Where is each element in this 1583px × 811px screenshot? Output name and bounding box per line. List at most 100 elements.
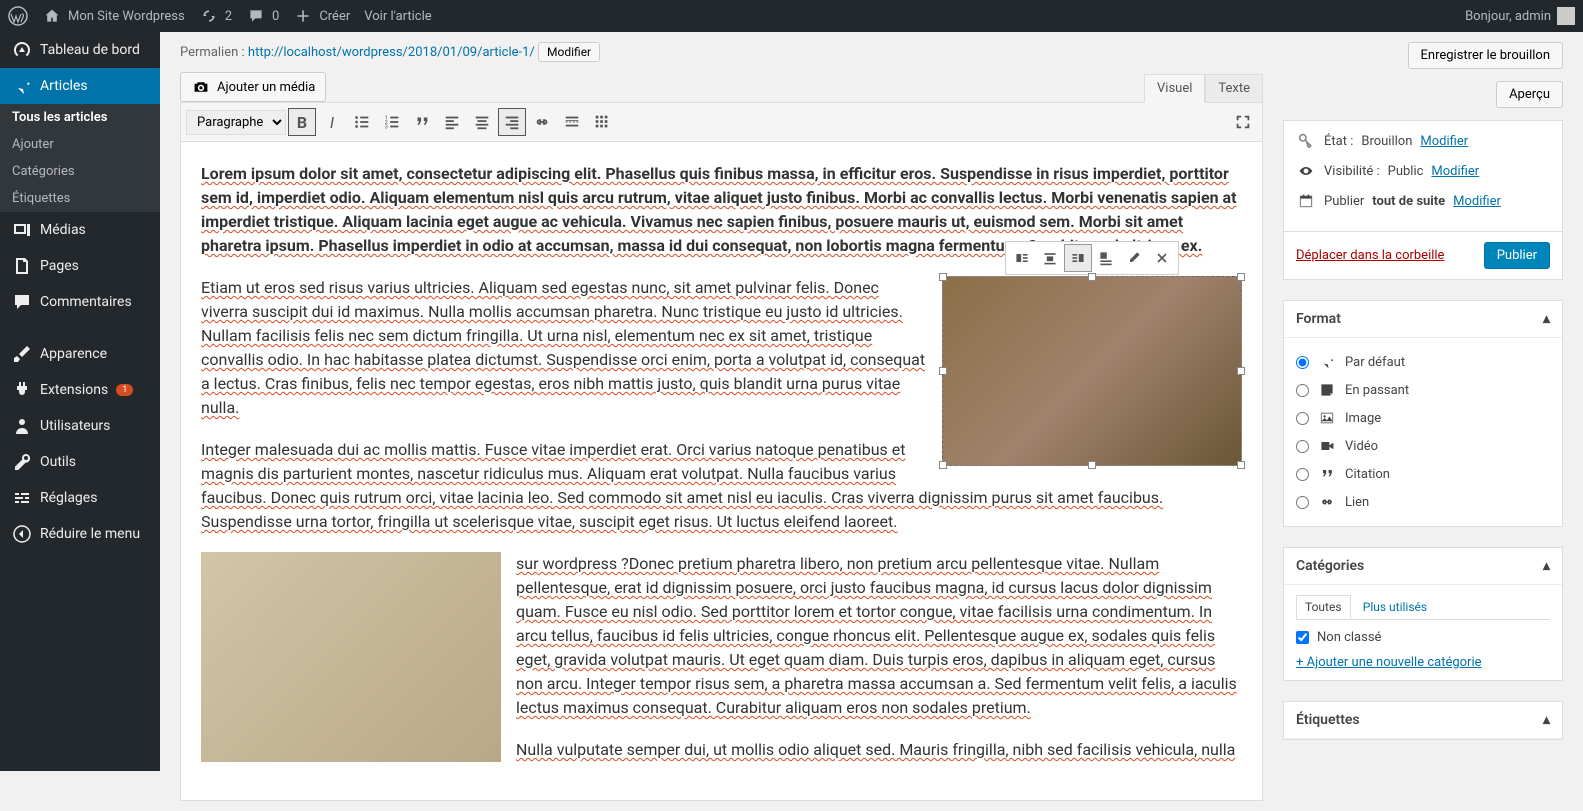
add-category-link[interactable]: + Ajouter une nouvelle catégorie xyxy=(1296,655,1482,670)
create-link[interactable]: Créer xyxy=(293,6,350,26)
format-panel: Format▴ Par défaut En passant Image Vidé… xyxy=(1283,300,1563,527)
sidebar-item-users[interactable]: Utilisateurs xyxy=(0,408,160,444)
visibility-modify-link[interactable]: Modifier xyxy=(1431,164,1479,179)
schedule-modify-link[interactable]: Modifier xyxy=(1453,194,1501,209)
sidebar-item-articles[interactable]: Articles xyxy=(0,68,160,104)
sliders-icon xyxy=(12,488,32,508)
sidebar-label: Utilisateurs xyxy=(40,418,110,434)
greeting[interactable]: Bonjour, admin xyxy=(1465,7,1575,25)
permalink-edit-button[interactable]: Modifier xyxy=(538,42,600,62)
editor-toolbar: Paragraphe B I 123 xyxy=(180,102,1263,142)
eye-icon xyxy=(1296,161,1316,181)
paragraph-4: sur wordpress ?Donec pretium pharetra li… xyxy=(516,554,1237,717)
publish-button[interactable]: Publier xyxy=(1484,242,1550,269)
img-align-right-button[interactable] xyxy=(1064,244,1092,272)
save-draft-button[interactable]: Enregistrer le brouillon xyxy=(1408,42,1564,69)
format-radio-image[interactable] xyxy=(1296,412,1309,425)
tab-visual[interactable]: Visuel xyxy=(1144,74,1205,103)
greeting-text: Bonjour, admin xyxy=(1465,9,1551,24)
sidebar-item-settings[interactable]: Réglages xyxy=(0,480,160,516)
sidebar-item-extensions[interactable]: Extensions1 xyxy=(0,372,160,408)
cat-checkbox-uncategorized[interactable] xyxy=(1296,631,1309,644)
wrench-icon xyxy=(12,452,32,472)
tags-title: Étiquettes xyxy=(1296,712,1360,728)
sidebar-sub-tags[interactable]: Étiquettes xyxy=(0,185,160,212)
publish-panel: État : Brouillon Modifier Visibilité : P… xyxy=(1283,120,1563,280)
state-value: Brouillon xyxy=(1361,134,1412,149)
tags-panel: Étiquettes▴ xyxy=(1283,701,1563,740)
ol-button[interactable]: 123 xyxy=(378,108,406,136)
format-radio-default[interactable] xyxy=(1296,356,1309,369)
format-label: Par défaut xyxy=(1345,355,1405,370)
sidebar-item-appearance[interactable]: Apparence xyxy=(0,336,160,372)
editor-content[interactable]: Lorem ipsum dolor sit amet, consectetur … xyxy=(180,142,1263,801)
sidebar-item-tools[interactable]: Outils xyxy=(0,444,160,480)
sidebar-label: Apparence xyxy=(40,346,107,362)
sidebar-item-pages[interactable]: Pages xyxy=(0,248,160,284)
sidebar-item-collapse[interactable]: Réduire le menu xyxy=(0,516,160,552)
add-media-button[interactable]: Ajouter un média xyxy=(180,72,326,102)
tags-panel-header[interactable]: Étiquettes▴ xyxy=(1284,702,1562,739)
updates-link[interactable]: 2 xyxy=(199,6,232,26)
format-label: En passant xyxy=(1345,383,1409,398)
pin-icon xyxy=(12,76,32,96)
format-title: Format xyxy=(1296,311,1341,327)
format-radio-link[interactable] xyxy=(1296,496,1309,509)
sidebar-sub-add[interactable]: Ajouter xyxy=(0,131,160,158)
inserted-image-right[interactable] xyxy=(942,276,1242,466)
align-right-button[interactable] xyxy=(498,108,526,136)
sidebar-sub-all[interactable]: Tous les articles xyxy=(0,104,160,131)
collapse-icon xyxy=(12,524,32,544)
sidebar-label: Réglages xyxy=(40,490,97,506)
image-icon xyxy=(1317,408,1337,428)
state-modify-link[interactable]: Modifier xyxy=(1420,134,1468,149)
preview-button[interactable]: Aperçu xyxy=(1496,81,1563,108)
img-align-center-button[interactable] xyxy=(1036,244,1064,272)
trash-link[interactable]: Déplacer dans la corbeille xyxy=(1296,248,1444,263)
site-name-link[interactable]: Mon Site Wordpress xyxy=(42,6,185,26)
plugin-icon xyxy=(12,380,32,400)
pin-icon xyxy=(1317,352,1337,372)
sidebar-item-dashboard[interactable]: Tableau de bord xyxy=(0,32,160,68)
img-align-none-button[interactable] xyxy=(1092,244,1120,272)
img-remove-button[interactable] xyxy=(1148,244,1176,272)
quote-button[interactable] xyxy=(408,108,436,136)
view-article-link[interactable]: Voir l'article xyxy=(364,9,431,24)
sidebar-label: Réduire le menu xyxy=(40,526,140,542)
format-radio-quote[interactable] xyxy=(1296,468,1309,481)
categories-panel-header[interactable]: Catégories▴ xyxy=(1284,548,1562,585)
italic-button[interactable]: I xyxy=(318,108,346,136)
plus-icon xyxy=(293,6,313,26)
wp-logo[interactable] xyxy=(8,6,28,26)
sidebar-label: Médias xyxy=(40,222,86,238)
dashboard-icon xyxy=(12,40,32,60)
comments-link[interactable]: 0 xyxy=(246,6,279,26)
admin-bar: Mon Site Wordpress 2 0 Créer Voir l'arti… xyxy=(0,0,1583,32)
kitchen-sink-button[interactable] xyxy=(588,108,616,136)
sidebar-item-comments[interactable]: Commentaires xyxy=(0,284,160,320)
img-edit-button[interactable] xyxy=(1120,244,1148,272)
ul-button[interactable] xyxy=(348,108,376,136)
link-button[interactable] xyxy=(528,108,556,136)
format-radio-aside[interactable] xyxy=(1296,384,1309,397)
inserted-image-left[interactable] xyxy=(201,552,501,762)
tab-text[interactable]: Texte xyxy=(1205,74,1263,102)
bold-button[interactable]: B xyxy=(288,108,316,136)
format-radio-video[interactable] xyxy=(1296,440,1309,453)
align-left-button[interactable] xyxy=(438,108,466,136)
img-align-left-button[interactable] xyxy=(1008,244,1036,272)
format-select[interactable]: Paragraphe xyxy=(186,110,286,135)
format-panel-header[interactable]: Format▴ xyxy=(1284,301,1562,338)
sidebar-item-media[interactable]: Médias xyxy=(0,212,160,248)
page-icon xyxy=(12,256,32,276)
more-button[interactable] xyxy=(558,108,586,136)
sidebar-submenu-articles: Tous les articles Ajouter Catégories Éti… xyxy=(0,104,160,212)
sidebar-sub-categories[interactable]: Catégories xyxy=(0,158,160,185)
align-center-button[interactable] xyxy=(468,108,496,136)
cat-tab-most[interactable]: Plus utilisés xyxy=(1354,595,1436,619)
cat-tab-all[interactable]: Toutes xyxy=(1296,595,1351,619)
format-label: Citation xyxy=(1345,467,1390,482)
camera-icon xyxy=(191,77,211,97)
permalink-link[interactable]: http://localhost/wordpress/2018/01/09/ar… xyxy=(248,45,535,60)
fullscreen-button[interactable] xyxy=(1229,108,1257,136)
